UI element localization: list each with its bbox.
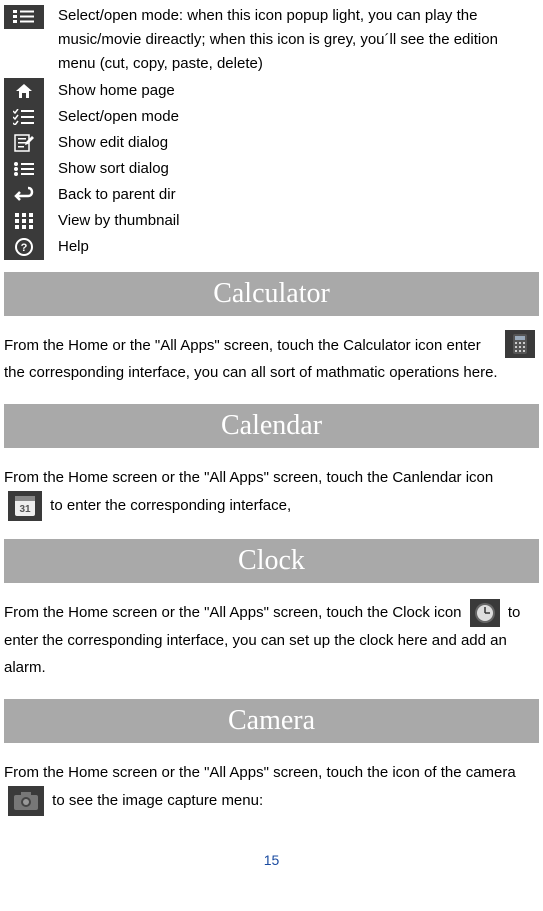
select-open-mode-icon	[4, 5, 44, 29]
section-header-calendar: Calendar	[4, 404, 539, 448]
toolbar-item-thumbnail: View by thumbnail	[0, 208, 543, 234]
calculator-text-pre: From the Home or the "All Apps" screen, …	[4, 337, 442, 354]
toolbar-item-select-open: Select/open mode	[0, 104, 543, 130]
section-body-calendar: From the Home screen or the "All Apps" s…	[0, 458, 543, 527]
select-open-mode-description-row: Select/open mode: when this icon popup l…	[0, 4, 543, 76]
toolbar-item-label: Back to parent dir	[52, 184, 539, 207]
toolbar-item-label: View by thumbnail	[52, 210, 539, 233]
back-icon	[4, 182, 44, 208]
toolbar-item-label: Help	[52, 236, 539, 259]
calendar-text-post: to enter the corresponding interface,	[50, 497, 291, 514]
camera-app-icon	[8, 786, 44, 816]
section-header-camera: Camera	[4, 699, 539, 743]
sort-icon	[4, 156, 44, 182]
home-icon	[4, 78, 44, 104]
svg-text:?: ?	[21, 242, 28, 254]
toolbar-item-help: ? Help	[0, 234, 543, 260]
edit-icon	[4, 130, 44, 156]
page-number: 15	[0, 852, 543, 876]
clock-app-icon	[470, 599, 500, 627]
grid-icon	[4, 208, 44, 234]
calculator-app-icon	[505, 330, 535, 358]
help-icon: ?	[4, 234, 44, 260]
toolbar-item-home: Show home page	[0, 78, 543, 104]
clock-text-pre: From the Home screen or the "All Apps" s…	[4, 604, 462, 621]
toolbar-item-edit: Show edit dialog	[0, 130, 543, 156]
calendar-text-pre: From the Home screen or the "All Apps" s…	[4, 469, 493, 486]
toolbar-item-back: Back to parent dir	[0, 182, 543, 208]
calendar-app-icon: 31	[8, 491, 42, 521]
list-check-icon	[4, 104, 44, 130]
camera-text-pre: From the Home screen or the "All Apps" s…	[4, 764, 516, 781]
toolbar-item-label: Show sort dialog	[52, 158, 539, 181]
section-body-calculator: From the Home or the "All Apps" screen, …	[0, 326, 543, 392]
toolbar-item-sort: Show sort dialog	[0, 156, 543, 182]
section-header-clock: Clock	[4, 539, 539, 583]
section-body-clock: From the Home screen or the "All Apps" s…	[0, 593, 543, 687]
camera-text-post: to see the image capture menu:	[52, 792, 263, 809]
select-open-mode-description: Select/open mode: when this icon popup l…	[52, 4, 539, 76]
toolbar-item-label: Select/open mode	[52, 106, 539, 129]
toolbar-item-label: Show edit dialog	[52, 132, 539, 155]
icon-cell	[4, 4, 52, 30]
toolbar-icon-list: Show home page Select/open mode	[0, 78, 543, 260]
section-header-calculator: Calculator	[4, 272, 539, 316]
toolbar-item-label: Show home page	[52, 80, 539, 103]
svg-text:31: 31	[19, 504, 31, 515]
section-body-camera: From the Home screen or the "All Apps" s…	[0, 753, 543, 822]
